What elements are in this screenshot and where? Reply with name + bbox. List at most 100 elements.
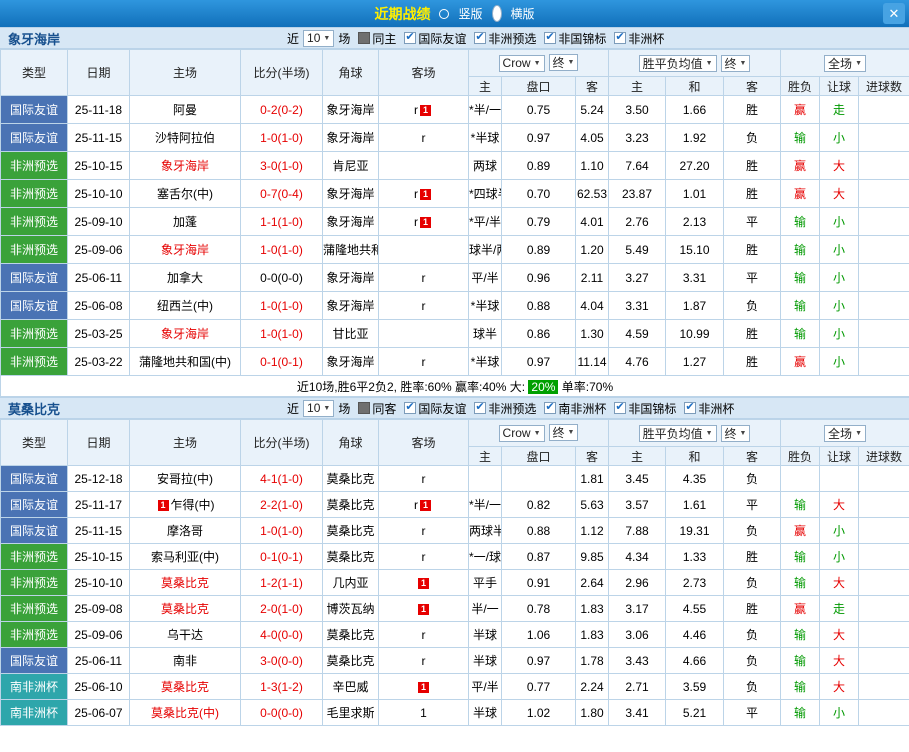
result-win-draw-lose: 输 [781,264,820,292]
checkbox-icon[interactable] [358,32,370,44]
full-match-select[interactable]: 全场▼ [824,425,866,442]
checkbox-icon[interactable] [404,32,416,44]
avg-draw-odds: 1.61 [666,492,724,518]
checkbox-icon[interactable] [404,402,416,414]
handicap-away-odds: 4.04 [576,292,609,320]
handicap-home-odds: 半球 [469,648,502,674]
filter-checkbox[interactable]: 同客 [358,400,396,417]
avg-odds-select-value: 胜平负均值 [643,425,703,442]
result-handicap: 小 [820,264,859,292]
result-goals [859,492,909,518]
filter-checkbox[interactable]: 非洲预选 [474,400,536,417]
checkbox-icon[interactable] [544,402,556,414]
avg-draw-odds: 10.99 [666,320,724,348]
horizontal-layout-label[interactable]: 横版 [511,5,535,22]
avg-home-odds: 3.41 [609,700,666,726]
team-name: 象牙海岸 [8,29,60,48]
match-date: 25-06-11 [68,264,130,292]
column-header: 客场 [379,50,469,96]
match-date: 25-11-15 [68,124,130,152]
avg-away-odds: 负 [724,674,781,700]
handicap-line: 0.97 [502,124,576,152]
table-body: 国际友谊25-12-18安哥拉(中)4-1(1-0)莫桑比克r1.813.454… [1,466,909,726]
column-header: 角球 [323,50,379,96]
avg-draw-odds: 27.20 [666,152,724,180]
match-count-select[interactable]: 10▼ [303,30,334,47]
checkbox-icon[interactable] [614,402,626,414]
handicap-away-odds: 1.80 [576,700,609,726]
match-row: 非洲预选25-10-10莫桑比克1-2(1-1)几内亚1平手0.912.642.… [1,570,909,596]
filter-checkbox[interactable]: 同主 [358,30,396,47]
avg-odds-select[interactable]: 胜平负均值▼ [639,425,717,442]
sub-column-header: 让球 [820,77,859,96]
filter-checkbox[interactable]: 非国锦标 [544,30,606,47]
win-draw-lose-avg-group-header: 胜平负均值▼终▼ [609,420,781,447]
filter-checkbox-label: 非洲预选 [488,30,536,47]
filter-checkbox[interactable]: 国际友谊 [404,400,466,417]
score-halftime: 0-2(0-2) [241,96,323,124]
final-avg-select[interactable]: 终▼ [721,425,751,442]
away-team: 1 [379,570,469,596]
score-halftime: 4-0(0-0) [241,622,323,648]
sub-column-header: 客 [724,77,781,96]
checkbox-icon[interactable] [684,402,696,414]
close-icon[interactable]: ✕ [883,3,905,24]
horizontal-layout-radio[interactable] [492,5,502,22]
column-header: 比分(半场) [241,420,323,466]
sub-column-header: 胜负 [781,447,820,466]
team-section: 莫桑比克近10▼场同客国际友谊非洲预选南非洲杯非国锦标非洲杯类型日期主场比分(半… [0,397,909,726]
score-halftime: 2-2(1-0) [241,492,323,518]
sub-column-header: 进球数 [859,447,909,466]
checkbox-icon[interactable] [544,32,556,44]
filter-checkbox[interactable]: 南非洲杯 [544,400,606,417]
final-odds-select[interactable]: 终▼ [549,54,579,71]
vertical-layout-radio[interactable] [439,9,449,19]
bookmaker-select[interactable]: Crow▼ [499,55,545,72]
filter-checkbox[interactable]: 非洲杯 [684,400,734,417]
avg-home-odds: 2.76 [609,208,666,236]
home-team: 莫桑比克 [130,674,241,700]
final-odds-select[interactable]: 终▼ [549,424,579,441]
checkbox-icon[interactable] [358,402,370,414]
match-date: 25-11-18 [68,96,130,124]
matches-table: 类型日期主场比分(半场)角球客场Crow▼终▼胜平负均值▼终▼全场▼主盘口客主和… [0,419,909,726]
match-count-select[interactable]: 10▼ [303,400,334,417]
result-win-draw-lose [781,466,820,492]
handicap-line: 0.77 [502,674,576,700]
result-handicap: 大 [820,570,859,596]
vertical-layout-label[interactable]: 竖版 [458,5,482,22]
result-handicap: 走 [820,596,859,622]
handicap-home-odds: 两球半 [469,518,502,544]
bookmaker-select[interactable]: Crow▼ [499,425,545,442]
match-row: 非洲预选25-09-06象牙海岸1-0(1-0)蒲隆地共和国球半/两0.891.… [1,236,909,264]
checkbox-icon[interactable] [474,402,486,414]
result-handicap: 小 [820,236,859,264]
result-win-draw-lose: 输 [781,208,820,236]
match-row: 非洲预选25-10-15索马利亚(中)0-1(0-1)莫桑比克r*一/球半0.8… [1,544,909,570]
avg-odds-select[interactable]: 胜平负均值▼ [639,55,717,72]
avg-draw-odds: 1.87 [666,292,724,320]
result-handicap: 小 [820,124,859,152]
avg-draw-odds: 5.21 [666,700,724,726]
final-avg-select[interactable]: 终▼ [721,55,751,72]
match-date: 25-03-22 [68,348,130,376]
filter-checkbox[interactable]: 非洲预选 [474,30,536,47]
team-header-bar: 莫桑比克近10▼场同客国际友谊非洲预选南非洲杯非国锦标非洲杯 [0,397,909,419]
full-match-select[interactable]: 全场▼ [824,55,866,72]
filter-checkbox[interactable]: 国际友谊 [404,30,466,47]
handicap-home-odds: 球半 [469,320,502,348]
sub-column-header: 盘口 [502,447,576,466]
match-row: 国际友谊25-11-18阿曼0-2(0-2)象牙海岸r1*半/一0.755.24… [1,96,909,124]
filter-checkbox[interactable]: 非国锦标 [614,400,676,417]
handicap-line: 0.86 [502,320,576,348]
sub-column-header: 进球数 [859,77,909,96]
filter-checkbox[interactable]: 非洲杯 [614,30,664,47]
score-halftime: 0-0(0-0) [241,700,323,726]
checkbox-icon[interactable] [614,32,626,44]
corner-count: 象牙海岸 [323,96,379,124]
checkbox-icon[interactable] [474,32,486,44]
result-goals [859,596,909,622]
chevron-down-icon: ▼ [323,35,330,42]
corner-count: 辛巴威 [323,674,379,700]
avg-home-odds: 5.49 [609,236,666,264]
